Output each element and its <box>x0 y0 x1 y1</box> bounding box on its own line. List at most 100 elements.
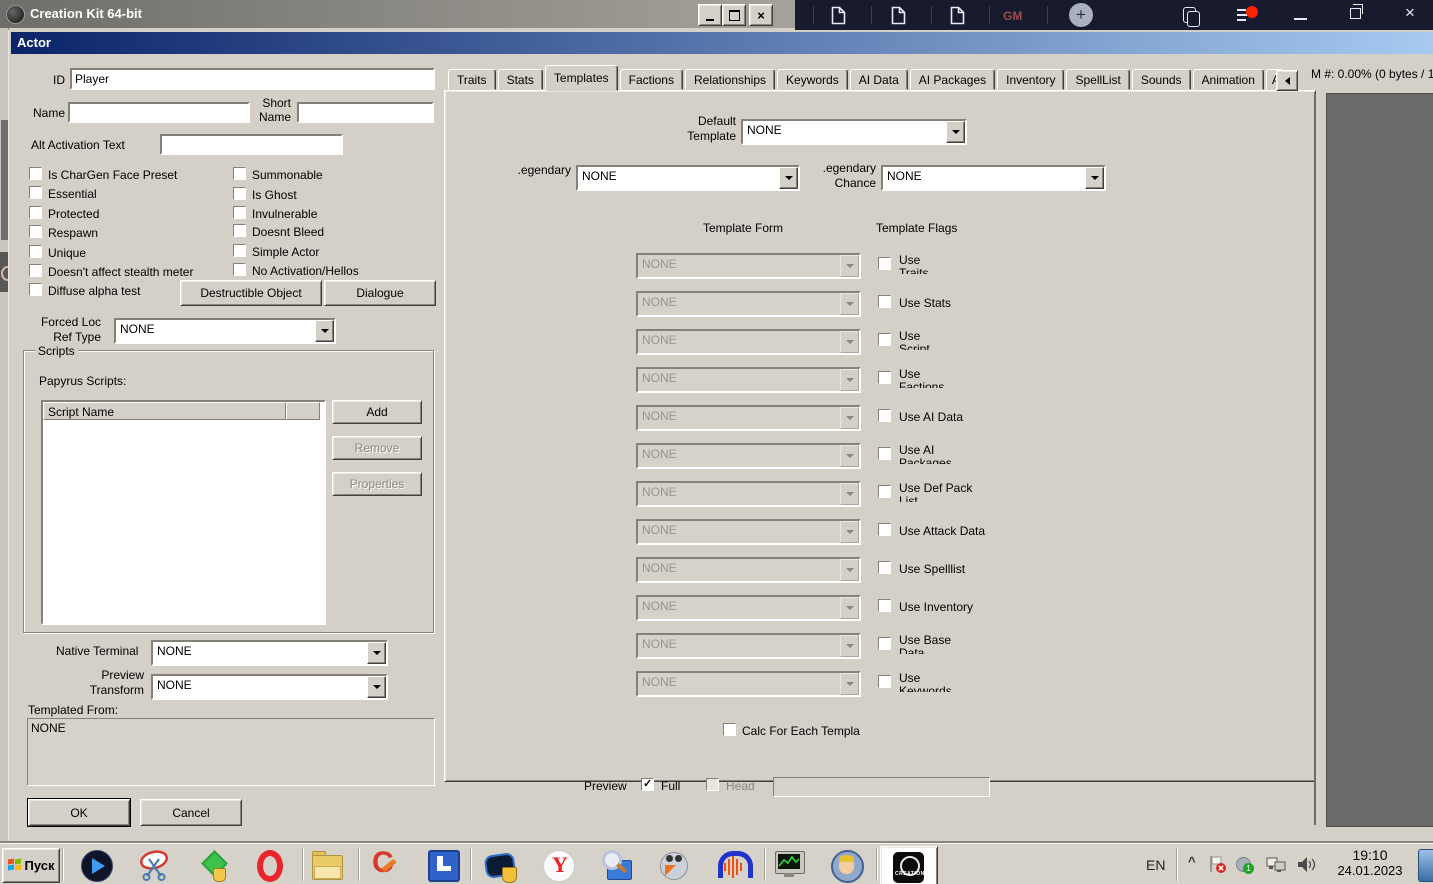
yandex-browser-icon[interactable]: Y <box>542 849 576 883</box>
launcher-l-icon[interactable] <box>427 849 461 883</box>
screenshot-tool-icon[interactable] <box>138 849 172 883</box>
use-flag-checkbox[interactable] <box>878 485 891 498</box>
browser-minimize-icon[interactable] <box>1294 18 1307 20</box>
ok-button[interactable]: OK <box>28 799 130 826</box>
use-flag-checkbox[interactable] <box>878 637 891 650</box>
maximize-button[interactable] <box>722 4 746 26</box>
actor-flag-checkbox[interactable] <box>29 206 42 219</box>
dialogue-button[interactable]: Dialogue <box>324 280 436 306</box>
action-center-flag-icon[interactable] <box>1208 855 1227 877</box>
legendary-dropdown[interactable]: NONE <box>576 165 800 191</box>
actor-flag-checkbox[interactable] <box>233 244 246 257</box>
use-flag-checkbox[interactable] <box>878 295 891 308</box>
audacity-icon[interactable] <box>715 849 749 883</box>
ccleaner-icon[interactable]: C <box>369 849 403 883</box>
language-indicator[interactable]: EN <box>1146 857 1165 873</box>
tab-stack-icon[interactable] <box>1183 7 1196 23</box>
default-template-dropdown[interactable]: NONE <box>741 119 967 145</box>
minimize-button[interactable] <box>698 4 722 26</box>
network-icon[interactable] <box>1266 857 1286 876</box>
search-tool-icon[interactable] <box>600 849 634 883</box>
preview-full-checkbox[interactable] <box>641 778 654 791</box>
actor-flag-checkbox[interactable] <box>29 283 42 296</box>
actor-flag-checkbox[interactable] <box>233 167 246 180</box>
actor-flag-checkbox[interactable] <box>29 186 42 199</box>
tab-ai-data[interactable]: AI Data <box>850 69 908 90</box>
use-flag-checkbox[interactable] <box>878 371 891 384</box>
actor-flag-checkbox[interactable] <box>29 225 42 238</box>
script-name-column-header[interactable]: Script Name <box>43 402 286 420</box>
calc-for-each-template-checkbox[interactable] <box>723 723 736 736</box>
forced-loc-ref-type-dropdown[interactable]: NONE <box>114 318 336 344</box>
cancel-button[interactable]: Cancel <box>140 799 242 826</box>
tab-traits[interactable]: Traits <box>448 69 496 90</box>
use-flag-checkbox[interactable] <box>878 523 891 536</box>
dropdown-arrow-icon[interactable] <box>946 121 965 143</box>
tab-inventory[interactable]: Inventory <box>997 69 1064 90</box>
browser-restore-icon[interactable] <box>1350 8 1361 19</box>
dropdown-arrow-icon[interactable] <box>367 676 386 698</box>
clock[interactable]: 19:10 24.01.2023 <box>1328 847 1412 878</box>
actor-flag-checkbox[interactable] <box>29 167 42 180</box>
add-script-button[interactable]: Add <box>332 400 422 424</box>
creation-kit-titlebar[interactable]: Creation Kit 64-bit × <box>0 0 795 28</box>
use-flag-checkbox[interactable] <box>878 561 891 574</box>
tab-sounds[interactable]: Sounds <box>1132 69 1191 90</box>
file-manager-icon[interactable] <box>311 849 345 883</box>
actor-flag-checkbox[interactable] <box>233 206 246 219</box>
id-input[interactable] <box>70 68 435 90</box>
notes-app-icon[interactable] <box>484 849 518 883</box>
alt-activation-input[interactable] <box>160 134 343 155</box>
dropdown-arrow-icon[interactable] <box>779 167 798 189</box>
destructible-object-button[interactable]: Destructible Object <box>180 280 322 306</box>
system-monitor-icon[interactable] <box>773 849 807 883</box>
browser-tab-gm[interactable]: GM <box>1003 9 1022 23</box>
vault-boy-icon[interactable] <box>830 849 864 883</box>
tab-templates[interactable]: Templates <box>545 65 618 91</box>
native-terminal-dropdown[interactable]: NONE <box>151 640 388 666</box>
actor-flag-checkbox[interactable] <box>233 224 246 237</box>
tray-expand-chevron-icon[interactable]: ^ <box>1188 854 1196 869</box>
sims-icon[interactable] <box>196 849 230 883</box>
use-flag-checkbox[interactable] <box>878 675 891 688</box>
opera-icon[interactable] <box>253 849 287 883</box>
use-flag-checkbox[interactable] <box>878 447 891 460</box>
name-input[interactable] <box>68 102 250 123</box>
creation-kit-taskbar-button[interactable]: CREATION <box>880 846 938 884</box>
dropdown-arrow-icon[interactable] <box>367 642 386 664</box>
use-flag-checkbox[interactable] <box>878 333 891 346</box>
smplayer-icon[interactable] <box>657 849 691 883</box>
actor-flag-checkbox[interactable] <box>233 263 246 276</box>
actor-flag-checkbox[interactable] <box>29 245 42 258</box>
preview-transform-dropdown[interactable]: NONE <box>151 674 388 700</box>
start-button[interactable]: Пуск <box>2 848 60 883</box>
dropdown-arrow-icon[interactable] <box>1085 167 1104 189</box>
script-list[interactable]: Script Name <box>41 400 326 625</box>
menu-icon[interactable] <box>1237 8 1257 22</box>
browser-tab-page-icon[interactable] <box>891 6 906 28</box>
short-name-input[interactable] <box>297 102 434 123</box>
actor-flag-checkbox[interactable] <box>233 187 246 200</box>
tab-factions[interactable]: Factions <box>620 69 683 90</box>
browser-tab-page-icon[interactable] <box>950 6 965 28</box>
tab-ai-packages[interactable]: AI Packages <box>910 69 995 90</box>
tab-relationships[interactable]: Relationships <box>685 69 775 90</box>
tab-spelllist[interactable]: SpellList <box>1066 69 1129 90</box>
dialog-titlebar[interactable]: Actor <box>11 32 1433 54</box>
close-button[interactable]: × <box>749 4 773 26</box>
tab-keywords[interactable]: Keywords <box>777 69 848 90</box>
new-tab-button[interactable]: + <box>1069 3 1093 27</box>
tab-scroll-left-button[interactable] <box>1276 70 1298 91</box>
volume-icon[interactable] <box>1296 856 1318 876</box>
show-desktop-edge[interactable] <box>1418 849 1433 882</box>
background-scrollbar-thumb[interactable] <box>1 120 8 240</box>
legendary-chance-dropdown[interactable]: NONE <box>881 165 1106 191</box>
use-flag-checkbox[interactable] <box>878 409 891 422</box>
tab-stats[interactable]: Stats <box>498 69 543 90</box>
browser-close-icon[interactable]: × <box>1405 3 1415 23</box>
use-flag-checkbox[interactable] <box>878 257 891 270</box>
render-preview-panel[interactable] <box>1326 93 1433 827</box>
media-player-icon[interactable] <box>80 849 114 883</box>
use-flag-checkbox[interactable] <box>878 599 891 612</box>
tab-animation[interactable]: Animation <box>1193 69 1264 90</box>
